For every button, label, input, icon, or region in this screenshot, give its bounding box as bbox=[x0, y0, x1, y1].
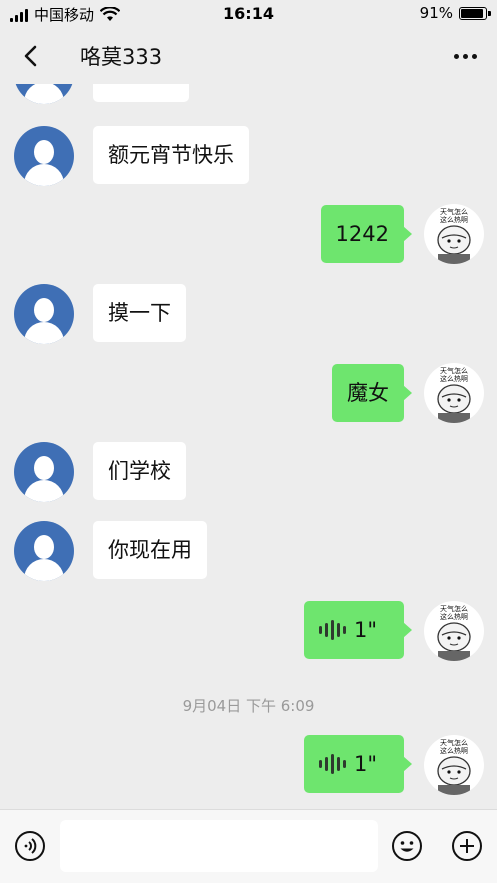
incoming-message-bubble[interactable]: 摸一下 bbox=[93, 284, 186, 342]
incoming-message-bubble[interactable]: 你现在用 bbox=[93, 521, 207, 579]
meme-avatar-icon[interactable]: 天气怎么 这么热啊 bbox=[424, 204, 484, 264]
svg-text:天气怎么: 天气怎么 bbox=[440, 207, 468, 216]
input-bar bbox=[0, 809, 497, 883]
add-more-icon[interactable] bbox=[451, 830, 483, 862]
dot-icon bbox=[471, 53, 477, 59]
message-bubble-partial bbox=[93, 84, 189, 102]
message-input[interactable] bbox=[60, 820, 378, 872]
message-timestamp: 9月04日 下午 6:09 bbox=[182, 697, 315, 715]
chat-title: 咯莫333 bbox=[80, 45, 163, 69]
meme-avatar-icon[interactable]: 天气怎么 这么热啊 bbox=[424, 601, 484, 661]
battery-icon bbox=[459, 6, 491, 20]
more-options-button[interactable] bbox=[447, 42, 483, 70]
contact-avatar[interactable] bbox=[14, 521, 74, 581]
voice-duration: 1" bbox=[354, 752, 378, 776]
svg-text:天气怎么: 天气怎么 bbox=[440, 366, 468, 375]
voice-wave-icon bbox=[319, 619, 346, 641]
back-arrow-icon[interactable] bbox=[18, 42, 46, 70]
voice-message-bubble[interactable]: 1" bbox=[304, 735, 412, 793]
dot-icon bbox=[462, 53, 468, 59]
contact-avatar[interactable] bbox=[14, 126, 74, 186]
outgoing-message-bubble[interactable]: 魔女 bbox=[332, 364, 412, 422]
svg-text:天气怎么: 天气怎么 bbox=[440, 604, 468, 613]
status-bar: 中国移动 16:14 91% bbox=[0, 0, 497, 28]
incoming-message-bubble[interactable]: 们学校 bbox=[93, 442, 186, 500]
contact-avatar[interactable] bbox=[14, 442, 74, 502]
voice-duration: 1" bbox=[354, 618, 378, 642]
emoji-icon[interactable] bbox=[391, 830, 423, 862]
battery-info: 91% bbox=[419, 4, 491, 22]
svg-text:这么热啊: 这么热啊 bbox=[440, 215, 468, 224]
svg-text:这么热啊: 这么热啊 bbox=[440, 746, 468, 755]
incoming-message-bubble[interactable]: 额元宵节快乐 bbox=[93, 126, 249, 184]
outgoing-message-bubble[interactable]: 1242 bbox=[320, 205, 413, 263]
nav-bar: 咯莫333 bbox=[0, 28, 497, 84]
svg-text:天气怎么: 天气怎么 bbox=[440, 738, 468, 747]
svg-text:这么热啊: 这么热啊 bbox=[440, 374, 468, 383]
chat-area[interactable]: 额元宵节快乐 1242 天气怎么 这么热啊 摸一下 魔女 天气怎么 这么热啊 们… bbox=[0, 84, 497, 809]
voice-wave-icon bbox=[319, 753, 346, 775]
meme-avatar-icon[interactable]: 天气怎么 这么热啊 bbox=[424, 363, 484, 423]
svg-text:这么热啊: 这么热啊 bbox=[440, 612, 468, 621]
dot-icon bbox=[453, 53, 459, 59]
battery-percent: 91% bbox=[419, 4, 453, 22]
contact-avatar[interactable] bbox=[14, 284, 74, 344]
voice-message-bubble[interactable]: 1" bbox=[304, 601, 412, 659]
contact-avatar[interactable] bbox=[14, 84, 74, 104]
voice-input-icon[interactable] bbox=[14, 830, 46, 862]
meme-avatar-icon[interactable]: 天气怎么 这么热啊 bbox=[424, 735, 484, 795]
